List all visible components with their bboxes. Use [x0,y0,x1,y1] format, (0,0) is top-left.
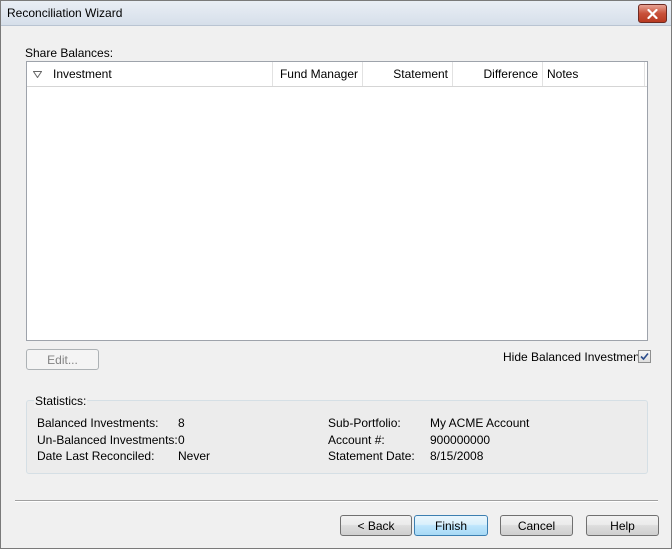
window-title: Reconciliation Wizard [7,6,123,20]
statement-date-label: Statement Date: [328,449,415,463]
statistics-label: Statistics: [34,394,88,408]
date-last-reconciled-value: Never [178,449,211,463]
cancel-button[interactable]: Cancel [500,515,573,536]
sort-triangle-icon[interactable] [33,71,42,78]
close-icon [647,8,658,19]
hide-balanced-investments-label[interactable]: Hide Balanced Investments [503,350,649,364]
column-header-investment[interactable]: Investment [49,62,273,86]
statement-date-value: 8/15/2008 [430,449,484,463]
sub-portfolio-value: My ACME Account [430,416,530,430]
checkmark-icon [640,352,649,361]
share-balances-label: Share Balances: [25,46,114,60]
column-header-difference[interactable]: Difference [453,62,543,86]
column-header-notes[interactable]: Notes [543,62,645,86]
account-number-value: 900000000 [430,433,491,447]
date-last-reconciled-label: Date Last Reconciled: [37,449,155,463]
title-bar[interactable]: Reconciliation Wizard [1,1,671,26]
grid-header: Investment Fund Manager Statement Differ… [27,62,647,87]
finish-button[interactable]: Finish [414,515,488,536]
footer-separator [15,500,658,502]
back-button[interactable]: < Back [340,515,412,536]
reconciliation-wizard-window: Reconciliation Wizard Share Balances: In… [0,0,672,549]
sub-portfolio-label: Sub-Portfolio: [328,416,401,430]
balanced-investments-value: 8 [178,416,185,430]
edit-button[interactable]: Edit... [26,349,99,370]
column-header-statement[interactable]: Statement [363,62,453,86]
account-number-label: Account #: [328,433,385,447]
close-button[interactable] [638,4,667,23]
column-header-fund-manager[interactable]: Fund Manager [273,62,363,86]
help-button[interactable]: Help [586,515,659,536]
balanced-investments-label: Balanced Investments: [37,416,159,430]
share-balances-grid[interactable]: Investment Fund Manager Statement Differ… [26,61,648,341]
hide-balanced-investments-checkbox[interactable] [638,350,651,363]
unbalanced-investments-label: Un-Balanced Investments: [37,433,178,447]
unbalanced-investments-value: 0 [178,433,185,447]
